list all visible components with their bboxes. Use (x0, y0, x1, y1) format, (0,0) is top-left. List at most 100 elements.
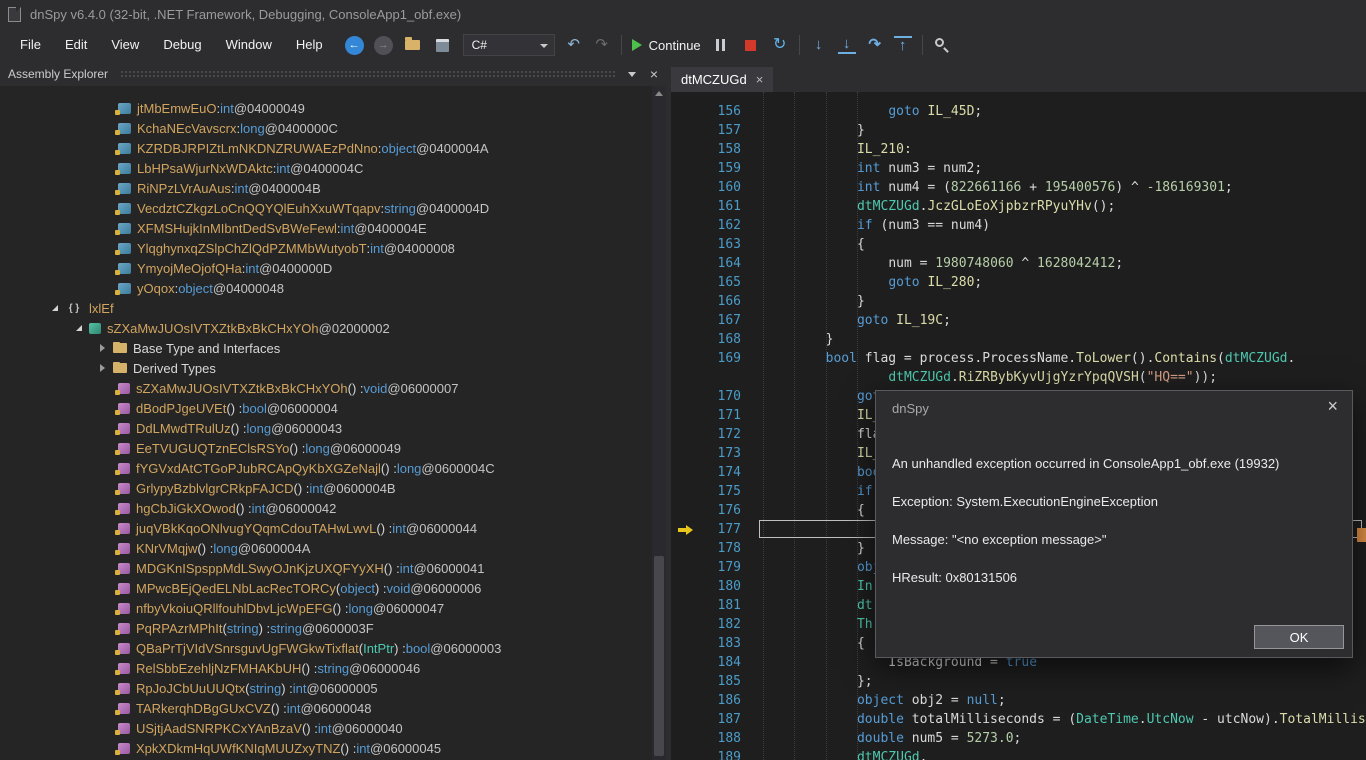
save-button[interactable] (433, 35, 453, 55)
step-out-button[interactable]: ↑ (894, 36, 912, 54)
tree-method[interactable]: hgCbJiGkXOwod() : int @06000042 (0, 498, 652, 518)
tree-namespace[interactable]: { }lxlEf (0, 298, 652, 318)
dialog-message-line: An unhandled exception occurred in Conso… (892, 457, 1336, 471)
undo-button[interactable]: ↶ (565, 35, 583, 55)
nav-back-button[interactable]: ← (345, 36, 364, 55)
tree-method[interactable]: dBodPJgeUVEt() : bool @06000004 (0, 398, 652, 418)
tree-field[interactable]: YmyojMeOjofQHa : int @0400000D (0, 258, 652, 278)
tree-method[interactable]: sZXaMwJUOsIVTXZtkBxBkCHxYOh() : void @06… (0, 378, 652, 398)
tree-folder[interactable]: Base Type and Interfaces (0, 338, 652, 358)
code-line[interactable]: 158IL_210: (671, 140, 1366, 159)
redo-button[interactable]: ↷ (593, 35, 611, 55)
menu-item-edit[interactable]: Edit (53, 28, 99, 62)
tree-method[interactable]: fYGVxdAtCTGoPJubRCApQyKbXGZeNajl() : lon… (0, 458, 652, 478)
language-combobox[interactable]: C# (463, 34, 555, 56)
open-button[interactable] (403, 35, 423, 55)
tree-field[interactable]: jtMbEmwEuO : int @04000049 (0, 98, 652, 118)
tree-folder[interactable]: Derived Types (0, 358, 652, 378)
tree-field[interactable]: XFMSHujkInMIbntDedSvBWeFewl : int @04000… (0, 218, 652, 238)
expander-open-icon[interactable] (76, 325, 82, 331)
tree-method[interactable]: RpJoJCbUuUUQtx(string) : int @06000005 (0, 678, 652, 698)
code-line[interactable]: 169bool flag = process.ProcessName.ToLow… (671, 349, 1366, 368)
expander-collapsed-icon[interactable] (100, 344, 105, 352)
line-number: 178 (693, 539, 741, 558)
tree-method[interactable]: XpkXDkmHqUWfKNIqMUUZxyTNZ() : int @06000… (0, 738, 652, 758)
tree-method[interactable]: DdLMwdTRulUz() : long @06000043 (0, 418, 652, 438)
code-line[interactable]: 161dtMCZUGd.JczGLoEoXjpbzrRPyuYHv(); (671, 197, 1366, 216)
tree-method[interactable]: PqRPAzrMPhIt(string) : string @0600003F (0, 618, 652, 638)
scrollbar-thumb[interactable] (654, 556, 664, 756)
expander-open-icon[interactable] (52, 305, 58, 311)
code-line[interactable]: 167goto IL_19C; (671, 311, 1366, 330)
tree-field[interactable]: RiNPzLVrAuAus : int @0400004B (0, 178, 652, 198)
tree-method[interactable]: nfbyVkoiuQRllfouhlDbvLjcWpEFG() : long @… (0, 598, 652, 618)
code-line[interactable]: 185}; (671, 672, 1366, 691)
code-line[interactable]: 189dtMCZUGd. (671, 748, 1366, 760)
tree-method[interactable]: RelSbbEzehljNzFMHAKbUH() : string @06000… (0, 658, 652, 678)
code-line[interactable]: 166} (671, 292, 1366, 311)
code-line[interactable]: 164num = 1980748060 ^ 1628042412; (671, 254, 1366, 273)
code-line[interactable]: 165goto IL_280; (671, 273, 1366, 292)
code-line[interactable]: 187double totalMilliseconds = (DateTime.… (671, 710, 1366, 729)
method-icon (118, 503, 130, 514)
tree-field[interactable]: yOqox : object @04000048 (0, 278, 652, 298)
scroll-up-icon[interactable] (655, 91, 663, 96)
tab-dtmczugd[interactable]: dtMCZUGd × (671, 67, 773, 92)
menu-item-file[interactable]: File (8, 28, 53, 62)
tab-close-icon[interactable]: × (756, 72, 764, 87)
code-line[interactable]: 156goto IL_45D; (671, 102, 1366, 121)
continue-button[interactable]: Continue (632, 38, 701, 53)
menu-item-view[interactable]: View (99, 28, 151, 62)
tree-field[interactable]: KZRDBJRPIZtLmNKDNZRUWAEzPdNno : object @… (0, 138, 652, 158)
line-number: 168 (693, 330, 741, 349)
tree-field[interactable]: LbHPsaWjurNxWDAktc : int @0400004C (0, 158, 652, 178)
expander-collapsed-icon[interactable] (100, 364, 105, 372)
panel-menu-caret-icon[interactable] (628, 72, 636, 77)
search-icon[interactable] (933, 36, 951, 54)
tree-field[interactable]: VecdztCZkgzLoCnQQYQlEuhXxuWTqapv : strin… (0, 198, 652, 218)
tree-scrollbar[interactable] (652, 86, 666, 760)
menu-item-debug[interactable]: Debug (151, 28, 213, 62)
tree-method[interactable]: MPwcBEjQedELNbLacRecTORCy(object) : void… (0, 578, 652, 598)
code-line[interactable]: 186object obj2 = null; (671, 691, 1366, 710)
tree-method[interactable]: juqVBkKqoONlvugYQqmCdouTAHwLwvL() : int … (0, 518, 652, 538)
code-line[interactable]: 159int num3 = num2; (671, 159, 1366, 178)
stop-button[interactable] (741, 35, 761, 55)
tree-method[interactable]: EeTVUGUQTznEClsRSYo() : long @06000049 (0, 438, 652, 458)
ok-button[interactable]: OK (1254, 625, 1344, 649)
field-icon (118, 203, 131, 214)
menu-item-help[interactable]: Help (284, 28, 335, 62)
assembly-tree[interactable]: jtMbEmwEuO : int @04000049KchaNEcVavscrx… (0, 86, 652, 760)
show-next-statement-button[interactable]: ↓ (810, 35, 828, 55)
code-line[interactable]: 163{ (671, 235, 1366, 254)
nav-forward-button[interactable]: → (374, 36, 393, 55)
line-number: 179 (693, 558, 741, 577)
tree-class[interactable]: sZXaMwJUOsIVTXZtkBxBkCHxYOh @02000002 (0, 318, 652, 338)
panel-close-button[interactable]: × (650, 67, 658, 81)
step-into-button[interactable]: ↓ (838, 36, 856, 54)
step-over-button[interactable]: ↷ (866, 35, 884, 55)
break-button[interactable] (711, 35, 731, 55)
lock-icon (115, 690, 120, 695)
code-line[interactable]: 162if (num3 == num4) (671, 216, 1366, 235)
folder-icon (113, 363, 127, 373)
code-line[interactable]: dtMCZUGd.RiZRBybKyvUjgYzrYpqQVSH("HQ==")… (671, 368, 1366, 387)
code-line[interactable]: 160int num4 = (822661166 + 195400576) ^ … (671, 178, 1366, 197)
code-line[interactable]: 168} (671, 330, 1366, 349)
code-line[interactable]: 188double num5 = 5273.0; (671, 729, 1366, 748)
assembly-explorer-header[interactable]: Assembly Explorer × (0, 62, 666, 86)
tree-method[interactable]: USjtjAadSNRPKCxYAnBzaV() : int @06000040 (0, 718, 652, 738)
tree-method[interactable]: GrlypyBzblvlgrCRkpFAJCD() : int @0600004… (0, 478, 652, 498)
tree-method[interactable]: KNrVMqjw() : long @0600004A (0, 538, 652, 558)
restart-button[interactable]: ↻ (771, 35, 789, 55)
tree-method[interactable]: MDGKnISpsppMdLSwyOJnKjzUXQFYyXH() : int … (0, 558, 652, 578)
menu-item-window[interactable]: Window (214, 28, 284, 62)
code-line[interactable]: 157} (671, 121, 1366, 140)
dialog-close-button[interactable]: × (1327, 396, 1338, 417)
tree-field[interactable]: YlqghynxqZSlpChZlQdPZMMbWutyobT : int @0… (0, 238, 652, 258)
tree-method[interactable]: TARkerqhDBgGUxCVZ() : int @06000048 (0, 698, 652, 718)
line-number: 164 (693, 254, 741, 273)
lock-icon (115, 230, 120, 235)
tree-method[interactable]: QBaPrTjVIdVSnrsguvUgFWGkwTixflat(IntPtr)… (0, 638, 652, 658)
tree-field[interactable]: KchaNEcVavscrx : long @0400000C (0, 118, 652, 138)
